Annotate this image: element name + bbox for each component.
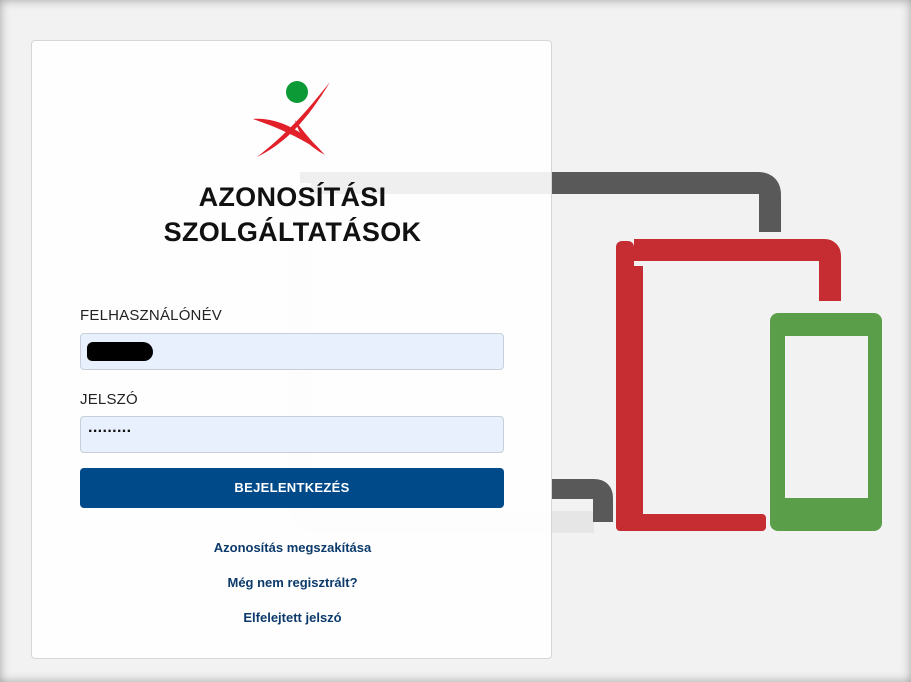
redacted-username (87, 342, 153, 361)
tablet-shape-body (625, 246, 763, 531)
username-label: FELHASZNÁLÓNÉV (80, 307, 223, 324)
tablet-shape (634, 239, 841, 301)
page-title-line2: SZOLGÁLTATÁSOK (163, 217, 422, 247)
figure-logo-icon (253, 81, 330, 157)
password-field[interactable]: ········· (80, 416, 504, 453)
password-label: JELSZÓ (80, 391, 138, 408)
login-button[interactable]: BEJELENTKEZÉS (80, 468, 504, 508)
username-field[interactable] (80, 333, 504, 370)
page-title-line1: AZONOSÍTÁSI (198, 182, 387, 212)
password-value: ········· (88, 423, 132, 440)
register-link[interactable]: Még nem regisztrált? (32, 575, 553, 590)
forgot-password-link[interactable]: Elfelejtett jelszó (32, 610, 553, 625)
cancel-auth-link[interactable]: Azonosítás megszakítása (32, 540, 553, 555)
login-card: AZONOSÍTÁSI SZOLGÁLTATÁSOK FELHASZNÁLÓNÉ… (31, 40, 552, 659)
